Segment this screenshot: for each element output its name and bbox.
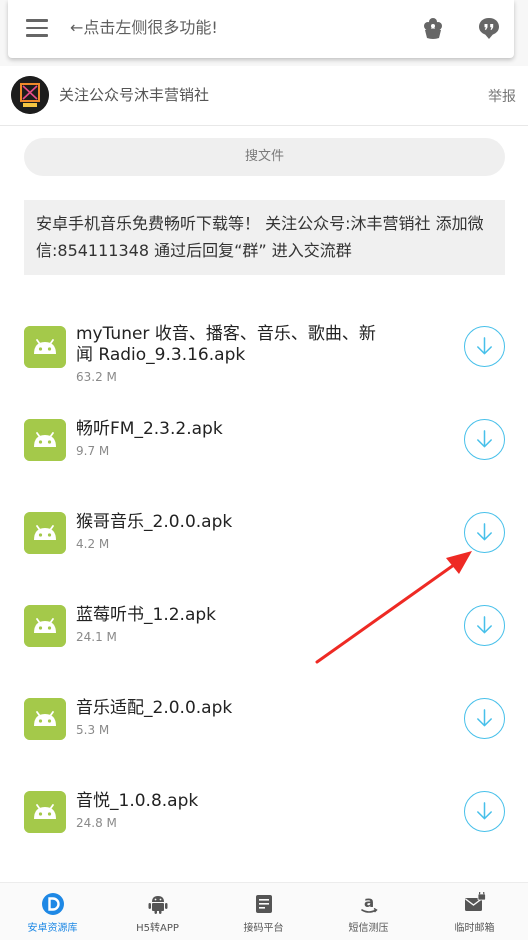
file-name: 音悦_1.0.8.apk [76,791,199,811]
file-name: 音乐适配_2.0.0.apk [76,698,233,718]
file-name: 猴哥音乐_2.0.0.apk [76,512,233,532]
apk-android-icon [24,791,66,833]
download-icon[interactable] [464,698,505,739]
file-item[interactable]: 音乐适配_2.0.0.apk 5.3 M [0,672,528,765]
file-size: 24.1 M [76,630,117,644]
nav-item-h5-to-app[interactable]: H5转APP [105,883,210,940]
apk-android-icon [24,419,66,461]
mail-lock-icon [465,892,486,911]
nav-label: 安卓资源库 [27,923,78,934]
d-logo-icon [42,893,64,915]
download-icon[interactable] [464,419,505,460]
nav-item-sms-test[interactable]: a 短信测压 [316,883,421,940]
nav-item-temp-mail[interactable]: 临时邮箱 [422,883,527,940]
apk-android-icon [24,698,66,740]
svg-text:a: a [364,893,374,911]
file-item[interactable]: 猴哥音乐_2.0.0.apk 4.2 M [0,486,528,579]
file-size: 5.3 M [76,723,110,737]
apk-android-icon [24,512,66,554]
file-size: 24.8 M [76,816,117,830]
file-name: 畅听FM_2.3.2.apk [76,419,223,439]
top-bar-background: ←点击左侧很多功能! [0,0,528,66]
nav-label: 短信测压 [348,923,389,934]
notice-text: 安卓手机音乐免费畅听下载等！ 关注公众号:沐丰营销社 添加微信:85411134… [24,200,505,275]
nav-label: 临时邮箱 [454,923,495,934]
file-name: 蓝莓听书_1.2.apk [76,605,216,625]
file-size: 63.2 M [76,370,117,384]
top-search-bar[interactable]: ←点击左侧很多功能! [8,0,514,58]
nav-item-code-platform[interactable]: 接码平台 [211,883,316,940]
download-icon[interactable] [464,326,505,367]
channel-name: 关注公众号沐丰营销社 [59,86,210,104]
download-icon[interactable] [464,791,505,832]
apk-android-icon [24,605,66,647]
channel-avatar [11,76,49,114]
nav-label: H5转APP [136,923,179,934]
settings-flower-icon[interactable] [420,15,446,41]
amazon-icon: a [361,893,378,913]
nav-label: 接码平台 [243,923,284,934]
file-item[interactable]: 音悦_1.0.8.apk 24.8 M [0,765,528,858]
file-item[interactable]: myTuner 收音、播客、音乐、歌曲、新闻 Radio_9.3.16.apk … [0,300,528,393]
channel-row[interactable]: 关注公众号沐丰营销社 举报 [0,66,528,126]
apk-android-icon [24,326,66,368]
file-item[interactable]: 畅听FM_2.3.2.apk 9.7 M [0,393,528,486]
document-icon [256,895,272,913]
file-size: 4.2 M [76,537,110,551]
search-file-button[interactable]: 搜文件 [24,138,505,176]
file-name: myTuner 收音、播客、音乐、歌曲、新闻 Radio_9.3.16.apk [76,324,376,365]
menu-icon[interactable] [26,19,48,37]
download-icon[interactable] [464,605,505,646]
nav-item-resource-library[interactable]: 安卓资源库 [0,883,105,940]
file-size: 9.7 M [76,444,110,458]
quote-bubble-icon[interactable] [476,15,502,41]
file-item[interactable]: 蓝莓听书_1.2.apk 24.1 M [0,579,528,672]
bottom-navigation: 安卓资源库 H5转APP 接码平台 a 短信测压 临时邮箱 [0,882,528,940]
report-button[interactable]: 举报 [488,86,516,106]
top-bar-hint: ←点击左侧很多功能! [70,18,218,37]
download-icon[interactable] [464,512,505,553]
android-icon [148,896,168,914]
